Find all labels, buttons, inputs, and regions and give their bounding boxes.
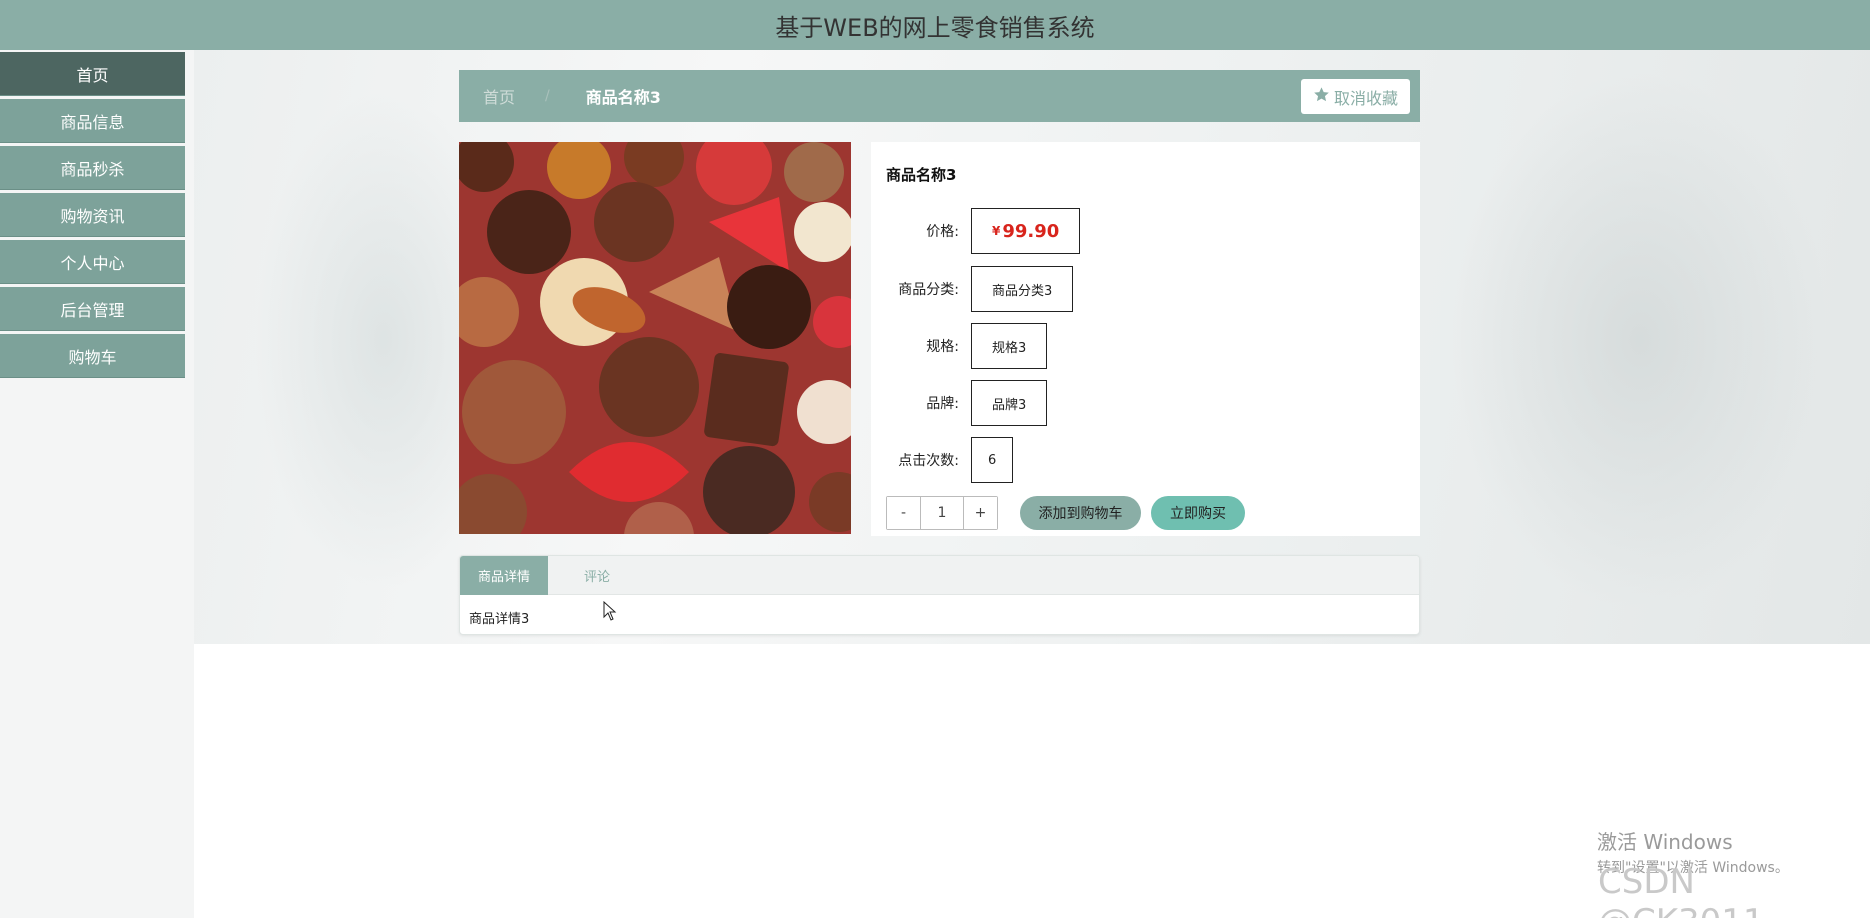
site-title: 基于WEB的网上零食销售系统 [775, 13, 1095, 42]
price-value-box: ¥ 99.90 [971, 208, 1081, 254]
brand-row: 品牌: 品牌3 [871, 380, 1048, 426]
product-name: 商品名称3 [886, 166, 957, 184]
quantity-increase-button[interactable]: + [964, 497, 997, 529]
sidebar-item-home[interactable]: 首页 [0, 52, 185, 96]
sidebar-item-products[interactable]: 商品信息 [0, 99, 185, 143]
price-row: 价格: ¥ 99.90 [871, 208, 1081, 254]
clicks-value: 6 [971, 437, 1014, 483]
watermark-line1: 激活 Windows [1597, 830, 1733, 854]
clicks-row: 点击次数: 6 [871, 437, 1014, 483]
quantity-stepper: - + [886, 496, 998, 530]
sidebar-item-cart[interactable]: 购物车 [0, 334, 185, 378]
unfavorite-button[interactable]: 取消收藏 [1300, 79, 1410, 114]
product-image [459, 142, 851, 534]
csdn-watermark: CSDN @CK3011 [1598, 862, 1765, 918]
spec-row: 规格: 规格3 [871, 323, 1048, 369]
brand-value: 品牌3 [971, 380, 1048, 426]
breadcrumb-home-link[interactable]: 首页 [483, 84, 515, 108]
sidebar-item-admin[interactable]: 后台管理 [0, 287, 185, 331]
spec-value: 规格3 [971, 323, 1048, 369]
category-row: 商品分类: 商品分类3 [871, 266, 1074, 312]
price-value: 99.90 [1002, 220, 1060, 242]
category-label: 商品分类: [898, 282, 959, 298]
quantity-decrease-button[interactable]: - [887, 497, 920, 529]
tab-comments[interactable]: 评论 [548, 556, 646, 595]
background-decoration [1450, 70, 1830, 610]
breadcrumb-current: 商品名称3 [585, 88, 661, 107]
detail-tabs: 商品详情 评论 商品详情3 [459, 555, 1420, 635]
quantity-input[interactable] [920, 497, 964, 529]
mouse-cursor-icon [603, 600, 617, 621]
top-header: 基于WEB的网上零食销售系统 [0, 0, 1870, 50]
price-label: 价格: [926, 224, 959, 240]
brand-label: 品牌: [926, 396, 959, 412]
sidebar-item-news[interactable]: 购物资讯 [0, 193, 185, 237]
currency-symbol: ¥ [992, 224, 1001, 238]
breadcrumb-separator: / [545, 88, 550, 104]
category-value: 商品分类3 [971, 266, 1074, 312]
tab-product-details[interactable]: 商品详情 [460, 556, 549, 595]
unfavorite-label: 取消收藏 [1333, 88, 1398, 108]
spec-label: 规格: [926, 339, 959, 355]
sidebar-item-personal-center[interactable]: 个人中心 [0, 240, 185, 284]
buy-now-button[interactable]: 立即购买 [1151, 496, 1245, 530]
clicks-label: 点击次数: [898, 453, 959, 469]
product-info-panel: 商品名称3 价格: ¥ 99.90 商品分类: 商品分类3 规格: 规格3 品牌… [871, 142, 1420, 536]
star-icon [1313, 86, 1330, 107]
tab-header: 商品详情 评论 [460, 556, 1419, 595]
sidebar-item-flash-sale[interactable]: 商品秒杀 [0, 146, 185, 190]
add-to-cart-button[interactable]: 添加到购物车 [1020, 496, 1141, 530]
breadcrumb: 首页 / 商品名称3 取消收藏 [459, 70, 1420, 122]
sidebar-nav: 首页 商品信息 商品秒杀 购物资讯 个人中心 后台管理 购物车 [0, 50, 194, 918]
